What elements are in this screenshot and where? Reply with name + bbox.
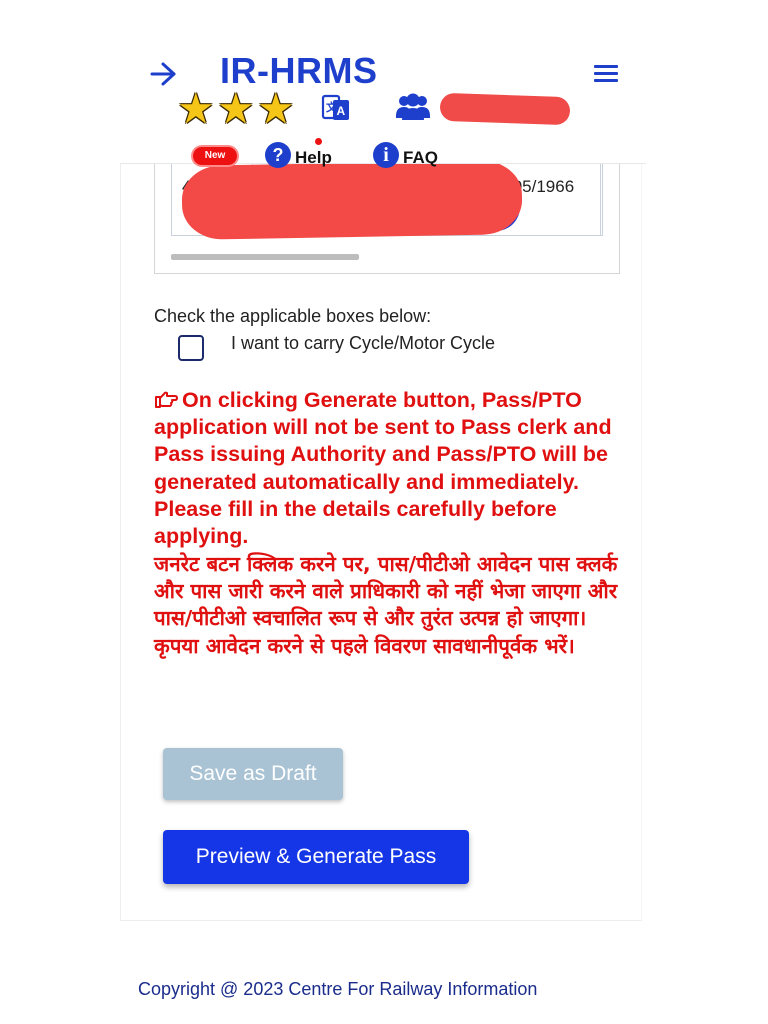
copyright-footer: Copyright @ 2023 Centre For Railway Info… <box>138 979 538 999</box>
top-header: IR-HRMS ★ ★ ★ 文 A New ? Help i FAQ <box>120 0 646 168</box>
back-arrow-icon[interactable] <box>148 56 180 92</box>
star-icon: ★ <box>177 85 215 132</box>
redaction-mark <box>181 160 523 240</box>
notification-dot <box>315 138 322 145</box>
cycle-checkbox-label[interactable]: I want to carry Cycle/Motor Cycle <box>231 333 495 354</box>
horizontal-scrollbar[interactable] <box>171 254 359 260</box>
redaction-mark <box>439 92 571 126</box>
warning-text-hindi: जनरेट बटन क्लिक करने पर, पास/पीटीओ आवेदन… <box>154 552 618 658</box>
star-icon: ★ <box>217 85 255 132</box>
preview-generate-pass-button[interactable]: Preview & Generate Pass <box>163 830 469 884</box>
hamburger-menu-icon[interactable] <box>594 62 622 86</box>
employee-table: 4 /05/1966 <box>154 160 620 274</box>
table-row: 4 /05/1966 <box>171 160 603 240</box>
faq-link[interactable]: FAQ <box>403 148 438 168</box>
form-card: 4 /05/1966 Check the applicable boxes be… <box>120 160 642 921</box>
new-badge: New <box>193 147 237 165</box>
translate-icon[interactable]: 文 A <box>321 93 351 123</box>
pointing-hand-icon <box>154 389 178 409</box>
save-draft-button[interactable]: Save as Draft <box>163 748 343 800</box>
cycle-checkbox[interactable] <box>178 335 204 361</box>
options-heading: Check the applicable boxes below: <box>154 306 432 326</box>
warning-text-english: On clicking Generate button, Pass/PTO ap… <box>154 388 612 549</box>
help-icon[interactable]: ? <box>265 142 291 168</box>
faq-icon[interactable]: i <box>373 142 399 168</box>
user-group-icon[interactable] <box>395 92 431 122</box>
star-icon: ★ <box>257 85 295 132</box>
help-link[interactable]: Help <box>295 148 332 168</box>
generate-warning-english: On clicking Generate button, Pass/PTO ap… <box>154 387 619 550</box>
svg-text:A: A <box>337 104 346 118</box>
app-screen: IR-HRMS ★ ★ ★ 文 A New ? Help i FAQ /05/1… <box>0 0 768 1024</box>
